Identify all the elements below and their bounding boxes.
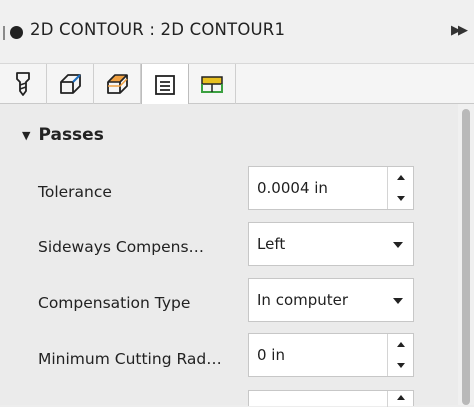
arrow-down-icon	[396, 363, 405, 368]
drag-grip-icon[interactable]	[3, 26, 5, 40]
tolerance-value[interactable]: 0.0004 in	[257, 179, 328, 197]
next-field-partial[interactable]	[248, 390, 414, 407]
stepper-down-button[interactable]	[388, 188, 413, 209]
min-cutting-radius-field[interactable]: 0 in	[248, 333, 414, 377]
tolerance-label: Tolerance	[38, 183, 112, 201]
min-cutting-radius-stepper[interactable]	[387, 334, 413, 376]
scrollbar[interactable]	[458, 104, 474, 405]
panel-content: ▼ Passes Tolerance 0.0004 in Sideways Co…	[0, 104, 474, 407]
linking-icon	[201, 76, 223, 93]
min-cutting-radius-label: Minimum Cutting Rad…	[38, 350, 222, 368]
status-dot-icon	[10, 26, 23, 39]
stepper-up-button[interactable]	[388, 334, 413, 355]
tab-tool[interactable]	[0, 64, 47, 104]
heights-icon	[107, 74, 128, 94]
tab-bar	[0, 64, 474, 105]
section-title: Passes	[38, 125, 104, 145]
tab-passes[interactable]	[141, 64, 189, 105]
sideways-compensation-value: Left	[257, 235, 286, 253]
arrow-down-icon	[396, 196, 405, 201]
stepper-down-button[interactable]	[388, 355, 413, 376]
caret-down-icon: ▼	[22, 128, 31, 142]
sideways-compensation-select[interactable]: Left	[248, 222, 414, 266]
min-cutting-radius-value[interactable]: 0 in	[257, 346, 285, 364]
passes-icon	[155, 74, 175, 95]
sideways-compensation-label: Sideways Compens…	[38, 238, 205, 256]
panel-titlebar: 2D CONTOUR : 2D CONTOUR1 ▶▶	[0, 0, 474, 64]
stepper-up-button[interactable]	[388, 391, 413, 403]
collapse-button[interactable]: ▶▶	[448, 22, 468, 40]
tab-linking[interactable]	[189, 64, 236, 104]
compensation-type-select[interactable]: In computer	[248, 278, 414, 322]
compensation-type-label: Compensation Type	[38, 294, 191, 312]
arrow-up-icon	[396, 342, 405, 347]
tolerance-field[interactable]: 0.0004 in	[248, 166, 414, 210]
section-header-passes[interactable]: ▼ Passes	[22, 125, 104, 145]
double-chevron-right-icon: ▶▶	[451, 23, 468, 38]
tab-geometry[interactable]	[47, 64, 94, 104]
scrollbar-thumb[interactable]	[462, 109, 470, 405]
dropdown-arrow-icon	[393, 298, 403, 304]
tool-icon	[16, 72, 30, 96]
arrow-up-icon	[396, 175, 405, 180]
dropdown-arrow-icon	[393, 242, 403, 248]
tolerance-stepper[interactable]	[387, 167, 413, 209]
tab-heights[interactable]	[94, 64, 141, 104]
compensation-type-value: In computer	[257, 291, 349, 309]
panel-title: 2D CONTOUR : 2D CONTOUR1	[30, 20, 286, 39]
stepper-up-button[interactable]	[388, 167, 413, 188]
geometry-icon	[60, 74, 81, 94]
arrow-up-icon	[396, 394, 405, 400]
